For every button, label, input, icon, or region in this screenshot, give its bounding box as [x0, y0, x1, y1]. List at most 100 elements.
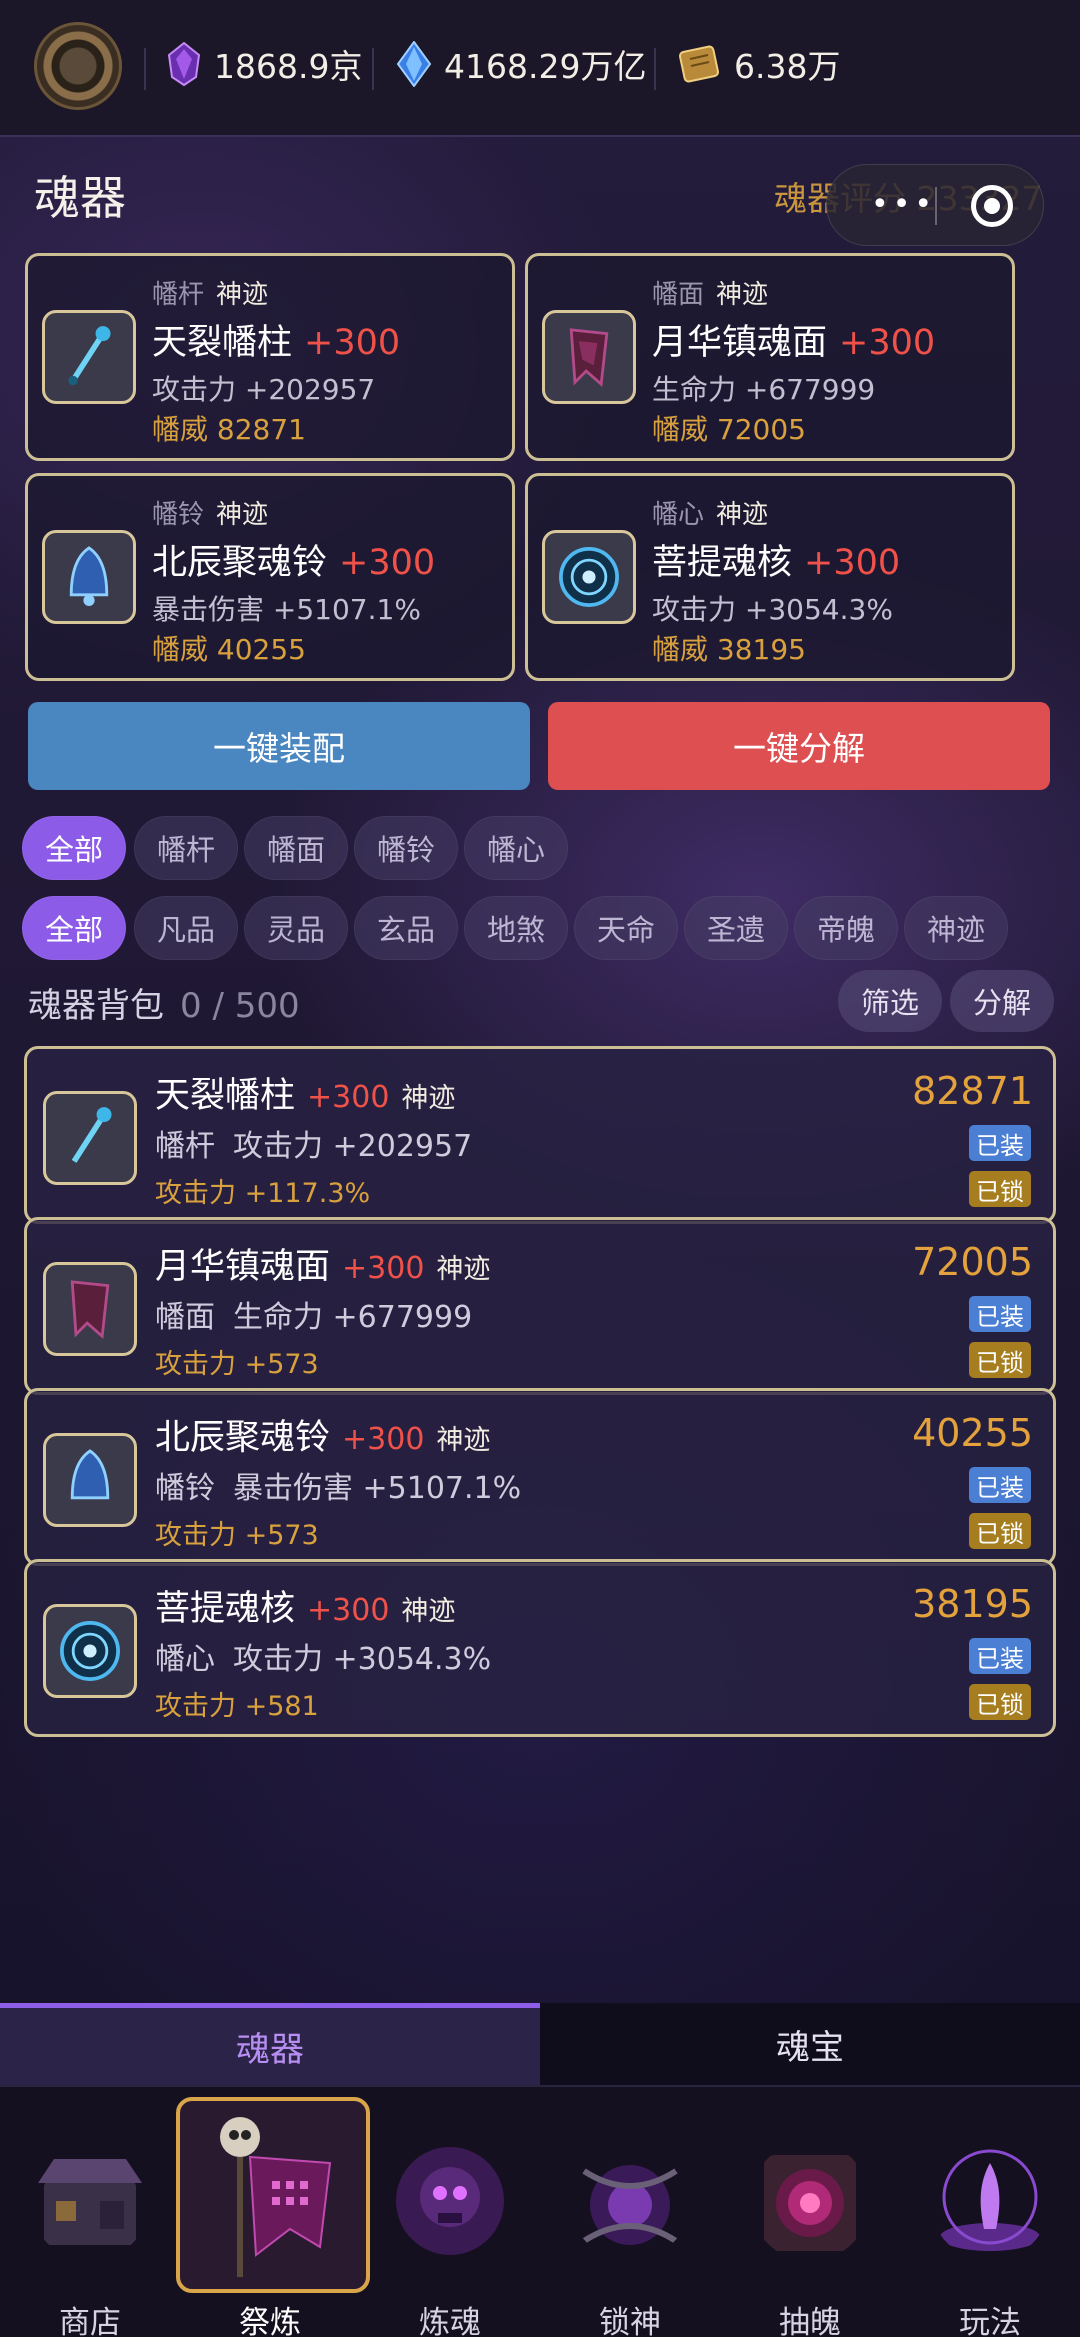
slot-item-name: 天裂幡柱 [152, 323, 293, 363]
equip-slot-pole[interactable]: 幡杆 神迹 天裂幡柱 +300 攻击力 +202957 幡威 82871 [25, 253, 515, 461]
skull-banner-icon [220, 2117, 332, 2277]
item-grade: 神迹 [401, 1596, 456, 1627]
chained-orb-icon [582, 2165, 678, 2245]
item-plus: +300 [307, 1080, 390, 1115]
divider [654, 48, 656, 90]
currency-purple-gem: 1868.9京 [166, 40, 362, 88]
nav-label: 锁神 [599, 2305, 661, 2337]
item-stat: 暴击伤害 +5107.1% [233, 1471, 522, 1506]
divider [144, 48, 146, 90]
item-position: 幡铃 [155, 1471, 215, 1506]
equipped-badge: 已装 [969, 1125, 1031, 1161]
currency-value: 1868.9京 [214, 47, 363, 86]
purple-skull-icon [396, 2147, 504, 2255]
bag-label: 魂器背包 [28, 986, 164, 1026]
item-grade: 神迹 [436, 1425, 491, 1456]
item-grade: 神迹 [401, 1083, 456, 1114]
slot-type: 幡杆 [152, 280, 205, 310]
item-power: 82871 [912, 1069, 1033, 1113]
equip-slot-core[interactable]: 幡心 神迹 菩提魂核 +300 攻击力 +3054.3% 幡威 38195 [525, 473, 1015, 681]
filter-grade-fan[interactable]: 凡品 [134, 896, 238, 960]
filter-button[interactable]: 筛选 [838, 970, 942, 1032]
tab-soul-artifact[interactable]: 魂器 [0, 2003, 540, 2085]
filter-slot-core[interactable]: 幡心 [464, 816, 568, 880]
bell-item-icon [43, 1433, 137, 1527]
filter-slot-banner[interactable]: 幡面 [244, 816, 348, 880]
filter-slot-all[interactable]: 全部 [22, 816, 126, 880]
currency-value: 6.38万 [734, 47, 841, 86]
list-item[interactable]: 月华镇魂面 +300 神迹 幡面 生命力 +677999 攻击力 +573 72005… [24, 1217, 1056, 1395]
item-plus: +300 [342, 1422, 425, 1457]
filter-grade-xuan[interactable]: 玄品 [354, 896, 458, 960]
item-plus: +300 [342, 1251, 425, 1286]
item-sub-stat: 攻击力 +573 [155, 1349, 319, 1380]
nav-label: 抽魄 [779, 2305, 841, 2337]
close-miniprogram-icon[interactable] [971, 185, 1013, 227]
slot-item-stat: 攻击力 +3054.3% [652, 593, 893, 626]
nav-item-shop[interactable]: 商店 [0, 2097, 180, 2337]
slot-item-stat: 攻击力 +202957 [152, 373, 376, 406]
equip-slot-banner[interactable]: 幡面 神迹 月华镇魂面 +300 生命力 +677999 幡威 72005 [525, 253, 1015, 461]
slot-type: 幡心 [652, 500, 705, 530]
nav-item-soul-forge[interactable]: 炼魂 [360, 2097, 540, 2337]
filter-grade-shengyi[interactable]: 圣遗 [684, 896, 788, 960]
slot-grade: 神迹 [216, 500, 269, 530]
list-item[interactable]: 北辰聚魂铃 +300 神迹 幡铃 暴击伤害 +5107.1% 攻击力 +573 402… [24, 1388, 1056, 1566]
item-sub-stat: 攻击力 +117.3% [155, 1178, 371, 1209]
item-power: 72005 [912, 1240, 1033, 1284]
vortex-portal-icon [764, 2155, 856, 2251]
slot-item-power: 幡威 40255 [152, 633, 306, 666]
item-name: 菩提魂核 [155, 1589, 296, 1629]
nav-label: 玩法 [959, 2305, 1021, 2337]
filter-grade-all[interactable]: 全部 [22, 896, 126, 960]
locked-badge[interactable]: 已锁 [969, 1684, 1031, 1720]
filter-grade-tianming[interactable]: 天命 [574, 896, 678, 960]
tab-soul-treasure[interactable]: 魂宝 [540, 2003, 1080, 2085]
nav-item-refine[interactable]: 祭炼 [170, 2097, 370, 2337]
one-click-equip-button[interactable]: 一键装配 [28, 702, 530, 790]
slot-item-plus: +300 [304, 323, 401, 363]
slot-item-plus: +300 [804, 543, 901, 583]
nav-item-draw[interactable]: 抽魄 [720, 2097, 900, 2337]
item-sub-stat: 攻击力 +581 [155, 1691, 319, 1722]
top-bar: 1868.9京 4168.29万亿 6.38万 [0, 0, 1080, 137]
locked-badge[interactable]: 已锁 [969, 1513, 1031, 1549]
settings-gear-icon[interactable] [34, 22, 122, 110]
bell-item-icon [42, 530, 136, 624]
slot-item-plus: +300 [839, 323, 936, 363]
item-position: 幡心 [155, 1642, 215, 1677]
slot-grade: 神迹 [216, 280, 269, 310]
slot-item-stat: 生命力 +677999 [652, 373, 876, 406]
more-icon[interactable]: ••• [871, 190, 936, 220]
nav-item-gameplay[interactable]: 玩法 [900, 2097, 1080, 2337]
item-name: 天裂幡柱 [155, 1076, 296, 1116]
locked-badge[interactable]: 已锁 [969, 1171, 1031, 1207]
pole-item-icon [42, 310, 136, 404]
decompose-button[interactable]: 分解 [950, 970, 1054, 1032]
item-name: 北辰聚魂铃 [155, 1418, 331, 1458]
list-item[interactable]: 天裂幡柱 +300 神迹 幡杆 攻击力 +202957 攻击力 +117.3% 828… [24, 1046, 1056, 1224]
bag-header: 魂器背包 0 / 500 [28, 978, 300, 1027]
filter-grade-shenji[interactable]: 神迹 [904, 896, 1008, 960]
slot-grade: 神迹 [716, 500, 769, 530]
slot-item-stat: 暴击伤害 +5107.1% [152, 593, 421, 626]
locked-badge[interactable]: 已锁 [969, 1342, 1031, 1378]
nav-label: 商店 [59, 2305, 121, 2337]
nav-item-soul-lock[interactable]: 锁神 [540, 2097, 720, 2337]
filter-grade-dipo[interactable]: 帝魄 [794, 896, 898, 960]
one-click-decompose-button[interactable]: 一键分解 [548, 702, 1050, 790]
item-power: 38195 [912, 1582, 1033, 1626]
equip-slot-bell[interactable]: 幡铃 神迹 北辰聚魂铃 +300 暴击伤害 +5107.1% 幡威 40255 [25, 473, 515, 681]
filter-grade-ling[interactable]: 灵品 [244, 896, 348, 960]
sub-tabs: 魂器 魂宝 [0, 2003, 1080, 2085]
slot-type: 幡铃 [152, 500, 205, 530]
filter-slot-pole[interactable]: 幡杆 [134, 816, 238, 880]
slot-item-power: 幡威 82871 [152, 413, 306, 446]
list-item[interactable]: 菩提魂核 +300 神迹 幡心 攻击力 +3054.3% 攻击力 +581 38195… [24, 1559, 1056, 1737]
summoning-circle-icon [940, 2149, 1040, 2251]
blue-crystal-icon [396, 41, 432, 87]
pole-item-icon [43, 1091, 137, 1185]
filter-slot-bell[interactable]: 幡铃 [354, 816, 458, 880]
scroll-icon [678, 45, 720, 83]
filter-grade-disha[interactable]: 地煞 [464, 896, 568, 960]
